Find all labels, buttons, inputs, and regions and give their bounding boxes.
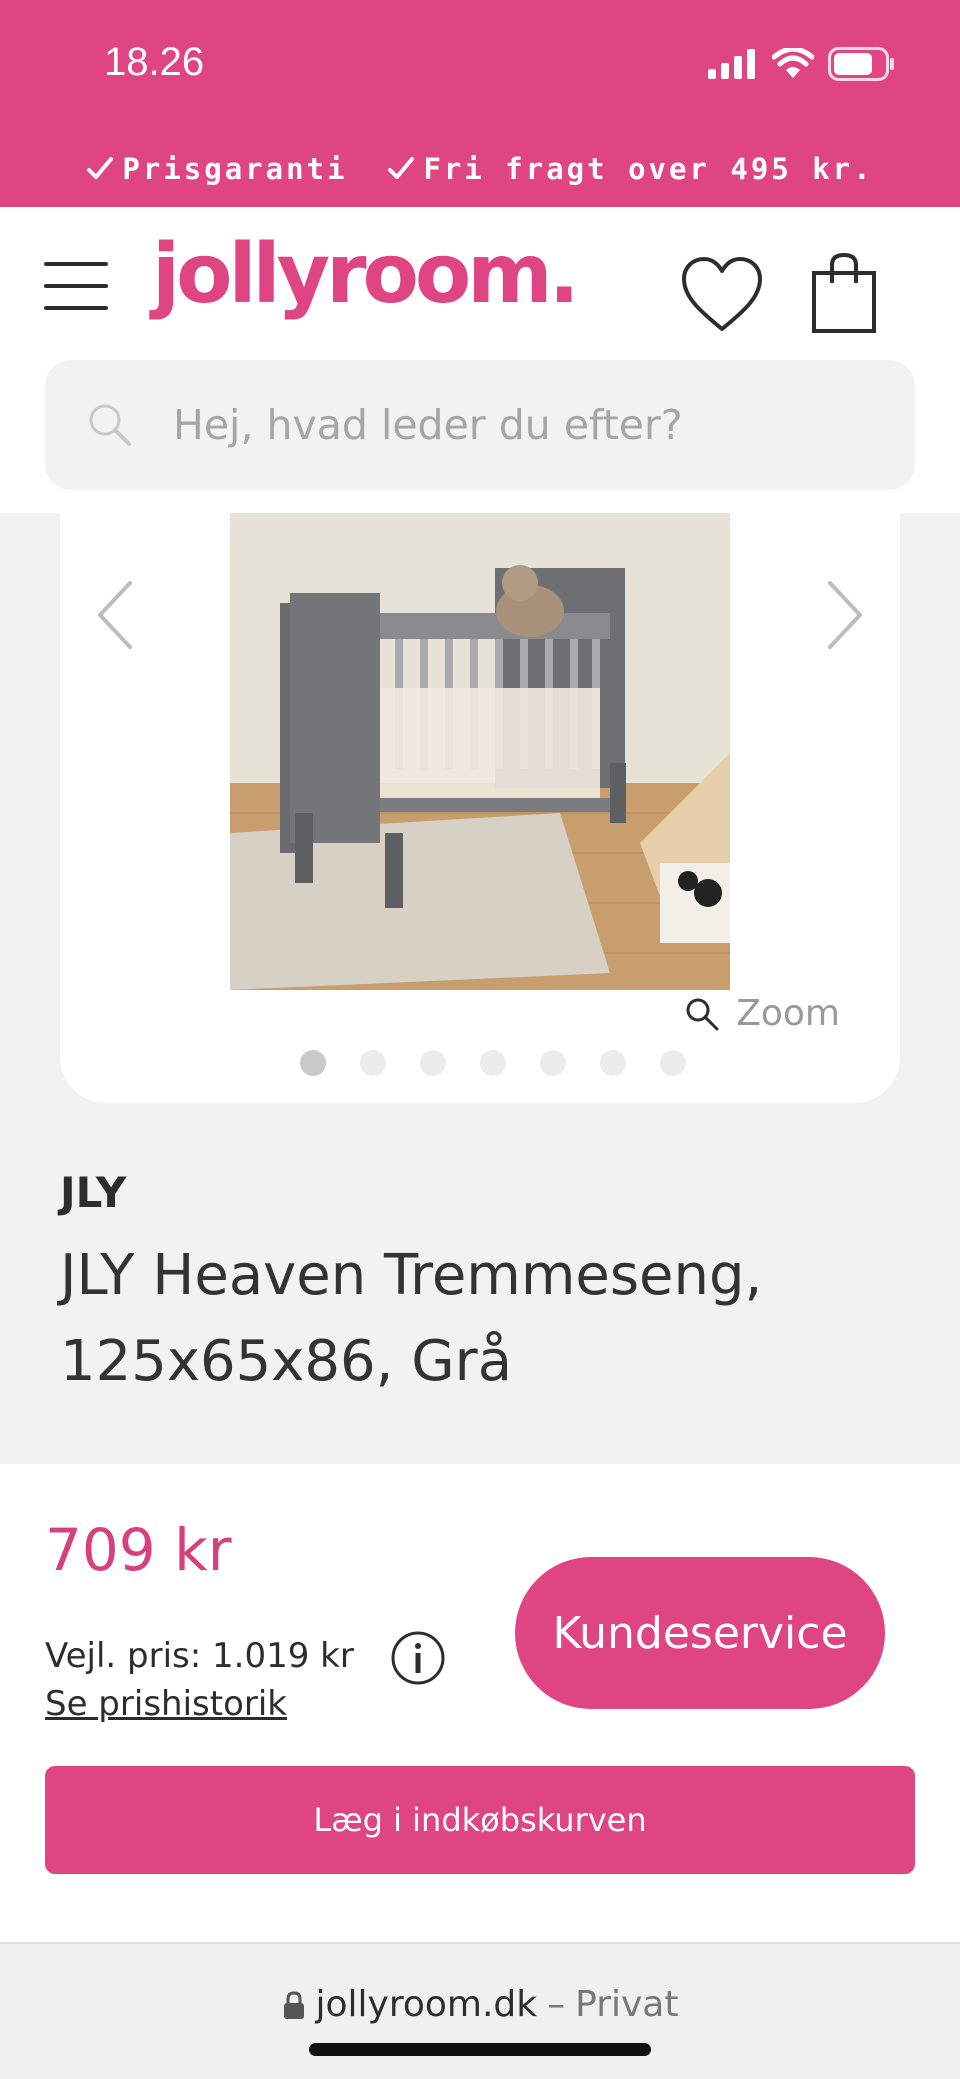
status-bar: 18.26 xyxy=(0,0,960,130)
gallery-next-button[interactable] xyxy=(814,575,874,655)
promo-item-price-guarantee: Prisgaranti xyxy=(86,152,347,186)
check-icon xyxy=(87,156,114,179)
wifi-icon xyxy=(772,48,814,78)
search-bar xyxy=(45,360,915,490)
promo-bar: Prisgaranti Fri fragt over 495 kr. xyxy=(0,130,960,207)
gallery-dots xyxy=(300,1050,686,1076)
gallery-dot[interactable] xyxy=(600,1050,626,1076)
product-info: JLY JLY Heaven Tremmeseng, 125x65x86, Gr… xyxy=(60,1168,920,1405)
gallery-prev-button[interactable] xyxy=(86,575,146,655)
info-icon[interactable] xyxy=(390,1630,446,1686)
chevron-left-icon xyxy=(98,581,132,649)
menu-button[interactable] xyxy=(44,262,108,310)
recommended-price: Vejl. pris: 1.019 kr xyxy=(45,1636,354,1676)
battery-icon xyxy=(828,47,894,81)
gallery-dot[interactable] xyxy=(300,1050,326,1076)
product-image[interactable] xyxy=(230,513,730,990)
wishlist-button[interactable] xyxy=(680,255,764,335)
lock-icon xyxy=(283,1990,304,2019)
signal-icon xyxy=(708,49,755,79)
promo-item-free-shipping: Fri fragt over 495 kr. xyxy=(387,152,873,186)
product-price: 709 kr xyxy=(45,1516,232,1584)
chevron-right-icon xyxy=(828,581,862,649)
purchase-panel: 709 kr Vejl. pris: 1.019 kr Se prishisto… xyxy=(0,1464,960,1942)
zoom-label: Zoom xyxy=(736,993,840,1034)
add-to-cart-button[interactable]: Læg i indkøbskurven xyxy=(45,1766,915,1874)
promo-label: Prisgaranti xyxy=(122,151,348,186)
browser-address-bar[interactable]: jollyroom.dk – Privat xyxy=(0,1942,960,2079)
browsing-mode: Privat xyxy=(575,1984,679,2025)
cart-button[interactable] xyxy=(810,251,878,335)
status-time: 18.26 xyxy=(104,40,205,84)
gallery-dot[interactable] xyxy=(420,1050,446,1076)
bag-icon xyxy=(812,252,876,333)
url-separator: – xyxy=(547,1984,566,2025)
logo[interactable]: jollyroom. xyxy=(152,227,580,322)
search-icon xyxy=(89,404,131,446)
menu-icon xyxy=(44,262,108,266)
home-indicator xyxy=(309,2043,651,2056)
url-domain: jollyroom.dk xyxy=(315,1984,538,2025)
heart-icon xyxy=(682,257,762,331)
site-header: jollyroom. xyxy=(0,207,960,513)
customer-service-button[interactable]: Kundeservice xyxy=(515,1557,885,1709)
product-gallery: Zoom xyxy=(60,513,900,1103)
product-brand[interactable]: JLY xyxy=(60,1168,920,1217)
status-icons xyxy=(708,44,896,84)
promo-label: Fri fragt over 495 kr. xyxy=(423,151,874,186)
search-input[interactable] xyxy=(173,360,873,490)
url-display[interactable]: jollyroom.dk – Privat xyxy=(0,1984,960,2025)
gallery-dot[interactable] xyxy=(480,1050,506,1076)
zoom-button[interactable]: Zoom xyxy=(684,993,840,1034)
price-history-link[interactable]: Se prishistorik xyxy=(45,1684,287,1724)
gallery-dot[interactable] xyxy=(360,1050,386,1076)
gallery-dot[interactable] xyxy=(540,1050,566,1076)
product-title: JLY Heaven Tremmeseng, 125x65x86, Grå xyxy=(60,1243,763,1394)
gallery-dot[interactable] xyxy=(660,1050,686,1076)
crib-photo xyxy=(230,513,730,990)
zoom-icon xyxy=(686,998,719,1030)
check-icon xyxy=(388,156,415,179)
